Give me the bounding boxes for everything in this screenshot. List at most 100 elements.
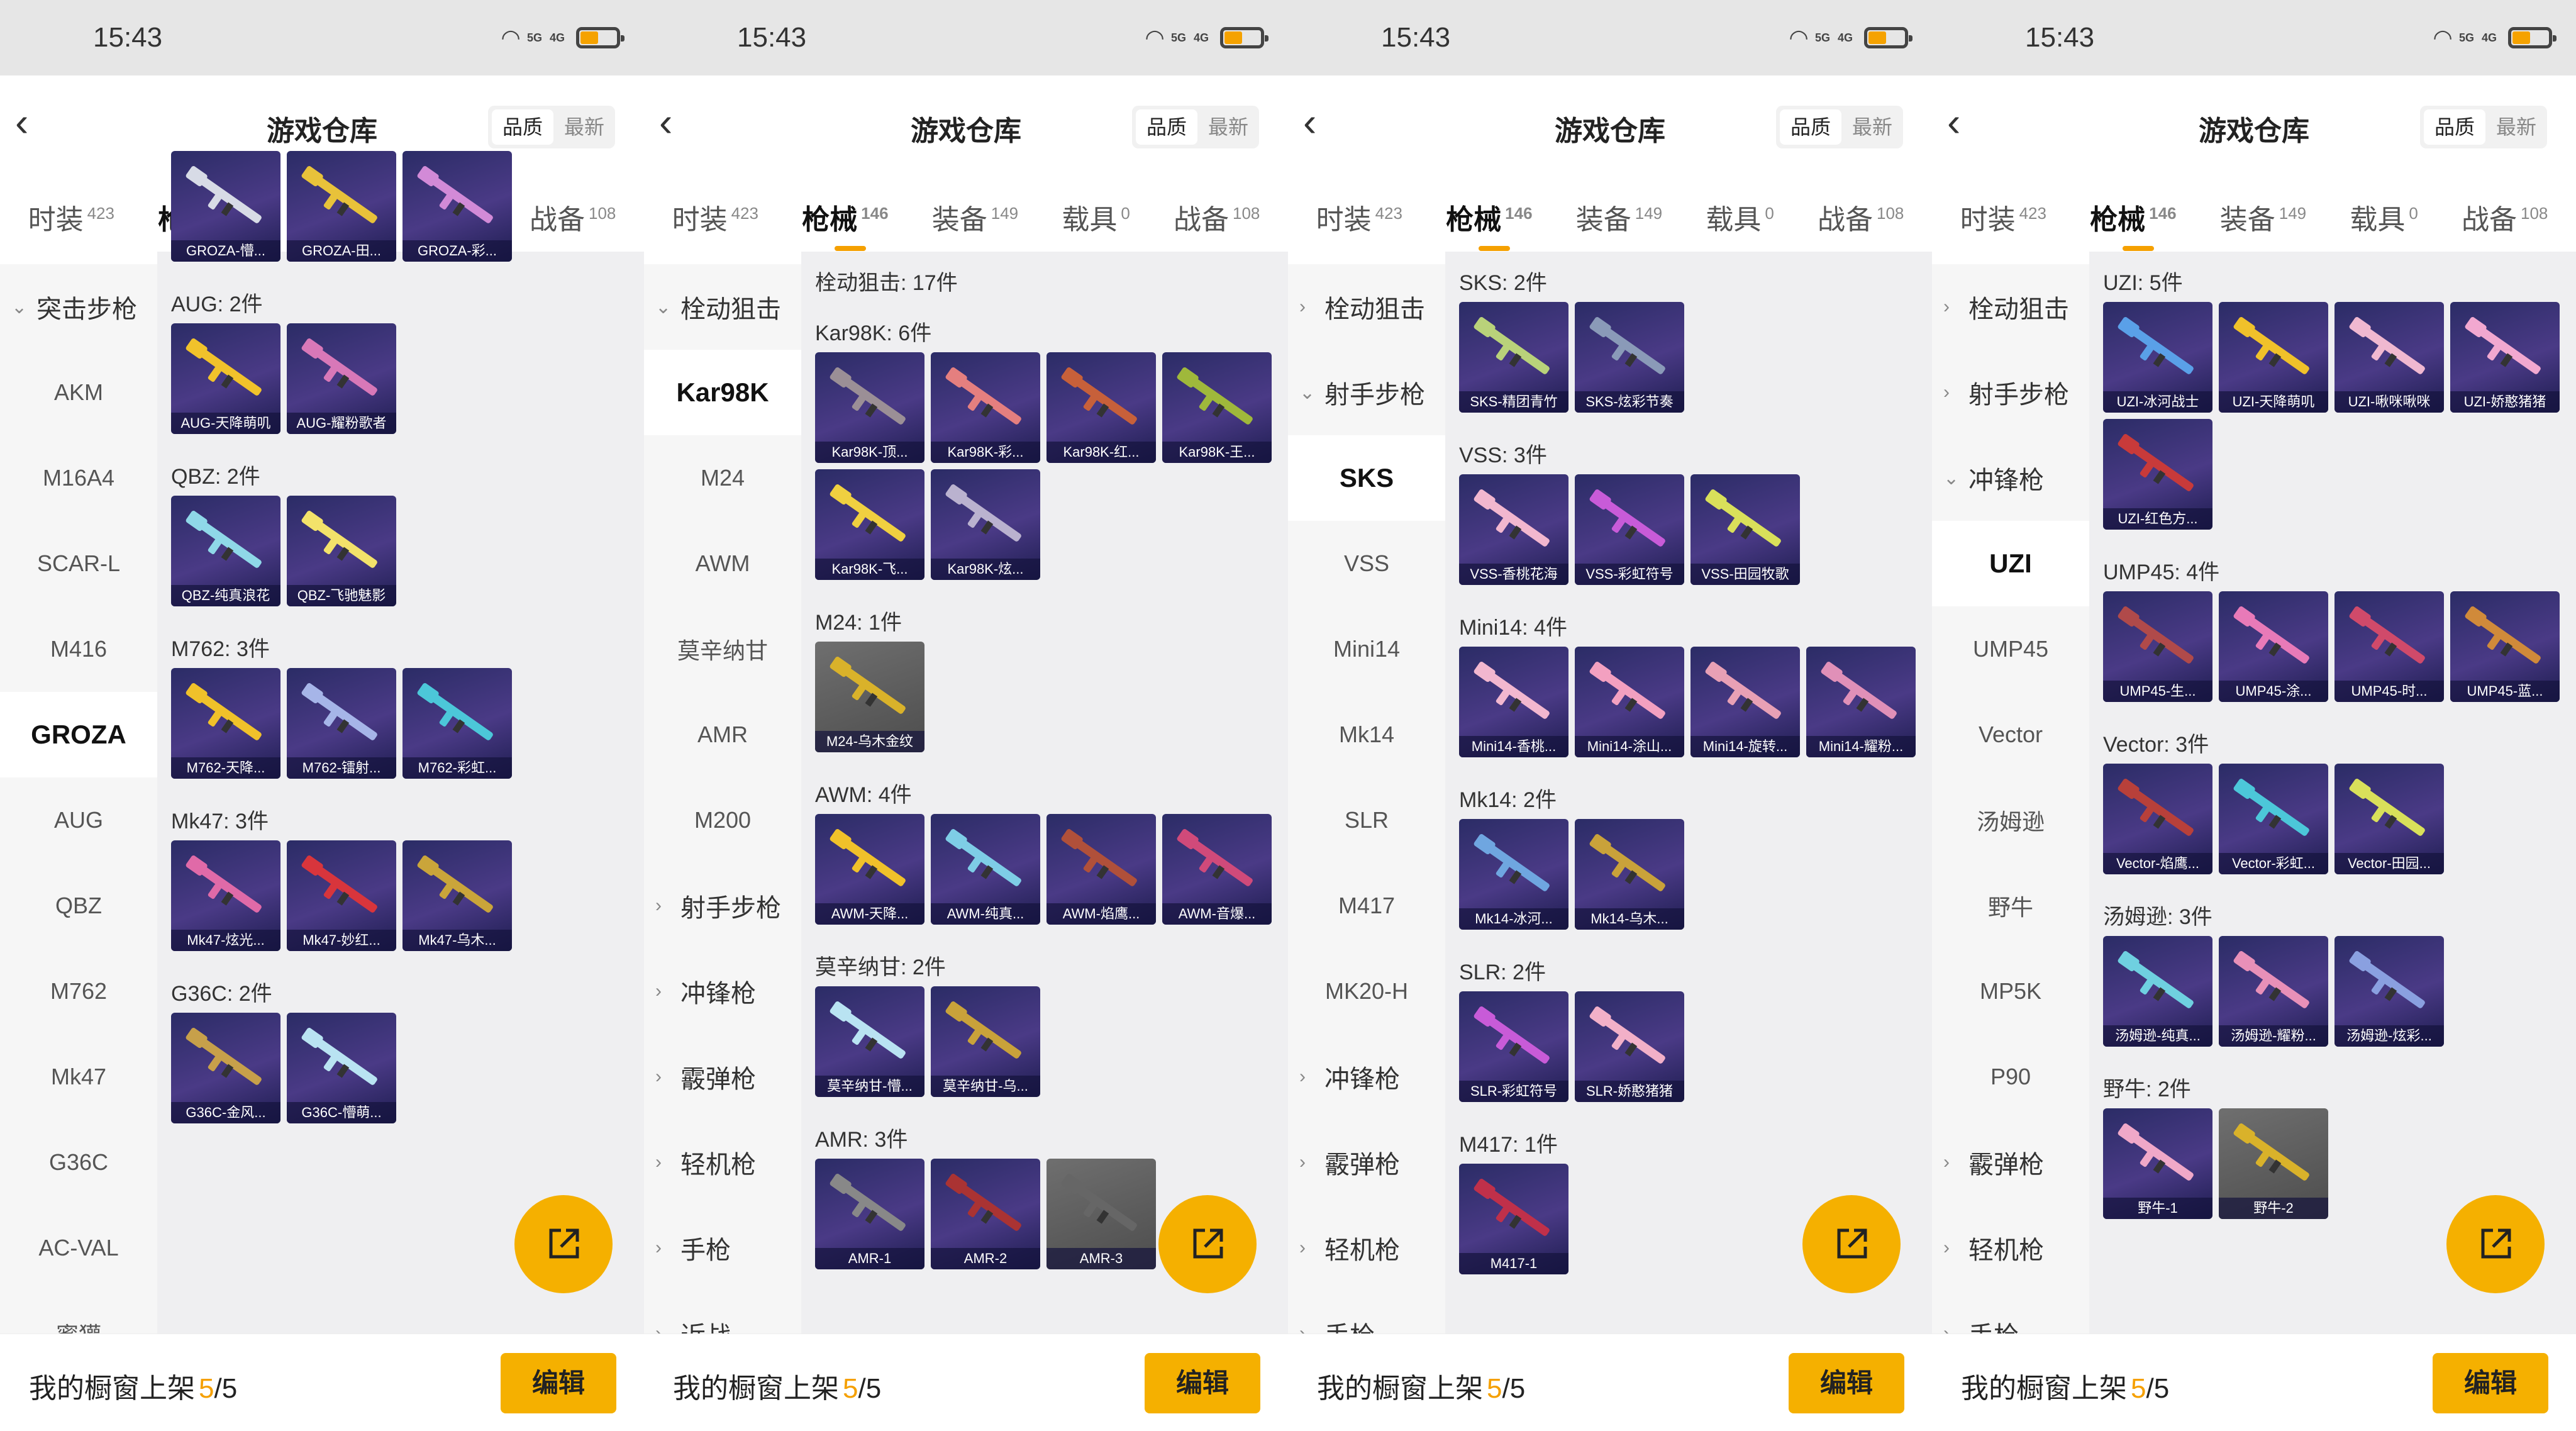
weapon-card[interactable]: UZI-啾咪啾咪 xyxy=(2334,302,2444,413)
sidebar-item[interactable]: › 射手步枪 xyxy=(1932,350,2089,435)
tab-2[interactable]: 枪械146 xyxy=(2090,197,2177,251)
weapon-card[interactable]: Kar98K-彩... xyxy=(931,352,1040,463)
weapon-card[interactable]: VSS-香桃花海 xyxy=(1459,474,1568,585)
sidebar-item[interactable]: › 轻机枪 xyxy=(1288,1205,1445,1291)
tab-5[interactable]: 战备 108 xyxy=(530,197,616,237)
sidebar-item[interactable]: GROZA xyxy=(0,692,157,777)
edit-button[interactable]: 编辑 xyxy=(1145,1353,1260,1413)
weapon-card[interactable]: Mk47-妙红... xyxy=(287,840,396,951)
weapon-card[interactable]: AWM-音爆... xyxy=(1162,814,1272,925)
weapon-card[interactable]: AWM-纯真... xyxy=(931,814,1040,925)
sidebar-item[interactable]: ⌄ 突击步枪 xyxy=(0,264,157,350)
weapon-card[interactable]: G36C-懵萌... xyxy=(287,1013,396,1123)
sidebar-item[interactable]: UZI xyxy=(1932,521,2089,606)
weapon-card[interactable]: M762-彩虹... xyxy=(402,668,512,779)
weapon-card[interactable]: UZI-红色方... xyxy=(2103,419,2212,530)
weapon-card[interactable]: UZI-天降萌叽 xyxy=(2219,302,2328,413)
sidebar-item[interactable]: Kar98K xyxy=(644,350,801,435)
sidebar-item[interactable]: › 冲锋枪 xyxy=(1288,1034,1445,1120)
weapon-card[interactable]: SKS-精团青竹 xyxy=(1459,302,1568,413)
sort-toggle[interactable]: 品质 最新 xyxy=(1132,106,1259,148)
sidebar-item[interactable]: › 射手步枪 xyxy=(644,863,801,949)
tab-1[interactable]: 时装 423 xyxy=(672,197,758,237)
sidebar-item[interactable]: QBZ xyxy=(0,863,157,949)
tab-1[interactable]: 时装 423 xyxy=(28,197,114,237)
tab-3[interactable]: 装备149 xyxy=(932,197,1018,237)
sidebar-item[interactable]: M417 xyxy=(1288,863,1445,949)
sidebar-item[interactable]: Vector xyxy=(1932,692,2089,777)
weapon-card[interactable]: SLR-彩虹符号 xyxy=(1459,991,1568,1102)
weapon-card[interactable]: 汤姆逊-炫彩... xyxy=(2334,936,2444,1047)
weapon-card[interactable]: 莫辛纳甘-懵... xyxy=(815,986,924,1097)
weapon-card[interactable]: Kar98K-炫... xyxy=(931,469,1040,580)
sidebar-item[interactable]: 野牛 xyxy=(1932,863,2089,949)
sort-toggle[interactable]: 品质 最新 xyxy=(488,106,615,148)
sidebar-item[interactable]: Mk14 xyxy=(1288,692,1445,777)
weapon-card[interactable]: SLR-娇憨猪猪 xyxy=(1575,991,1684,1102)
weapon-card[interactable]: UZI-冰河战士 xyxy=(2103,302,2212,413)
sidebar-item[interactable]: ⌄ 射手步枪 xyxy=(1288,350,1445,435)
sort-option-latest[interactable]: 最新 xyxy=(553,109,615,145)
sort-option-quality[interactable]: 品质 xyxy=(1136,109,1197,145)
weapon-card[interactable]: 汤姆逊-耀粉... xyxy=(2219,936,2328,1047)
sidebar-item[interactable]: SKS xyxy=(1288,435,1445,521)
weapon-card[interactable]: Kar98K-红... xyxy=(1046,352,1156,463)
tab-3[interactable]: 装备149 xyxy=(2220,197,2306,237)
weapon-card[interactable]: Kar98K-飞... xyxy=(815,469,924,580)
weapon-card[interactable]: Mk47-炫光... xyxy=(171,840,280,951)
sidebar-item[interactable]: G36C xyxy=(0,1120,157,1205)
weapon-card[interactable]: GROZA-懵... xyxy=(171,151,280,262)
sidebar-item[interactable]: AMR xyxy=(644,692,801,777)
weapon-card[interactable]: Mini14-耀粉... xyxy=(1806,647,1916,757)
sidebar-item[interactable]: › 冲锋枪 xyxy=(644,949,801,1034)
sidebar-item[interactable]: VSS xyxy=(1288,521,1445,606)
weapon-card[interactable]: AWM-天降... xyxy=(815,814,924,925)
weapon-card[interactable]: Mini14-涂山... xyxy=(1575,647,1684,757)
sidebar-item[interactable]: › 轻机枪 xyxy=(1932,1205,2089,1291)
sidebar-item[interactable]: MP5K xyxy=(1932,949,2089,1034)
weapon-card[interactable]: QBZ-纯真浪花 xyxy=(171,496,280,606)
sort-option-latest[interactable]: 最新 xyxy=(1841,109,1903,145)
sort-option-quality[interactable]: 品质 xyxy=(2424,109,2485,145)
sidebar-item[interactable]: M416 xyxy=(0,606,157,692)
tab-5[interactable]: 战备 108 xyxy=(2462,197,2548,237)
weapon-card[interactable]: SKS-炫彩节奏 xyxy=(1575,302,1684,413)
weapon-card[interactable]: M762-天降... xyxy=(171,668,280,779)
sidebar-item[interactable]: M762 xyxy=(0,949,157,1034)
weapon-card[interactable]: 野牛-2 xyxy=(2219,1108,2328,1219)
weapon-card[interactable]: AMR-1 xyxy=(815,1159,924,1269)
sidebar-item[interactable]: › 霰弹枪 xyxy=(1288,1120,1445,1205)
weapon-card[interactable]: Kar98K-王... xyxy=(1162,352,1272,463)
weapon-card[interactable]: Mk14-冰河... xyxy=(1459,819,1568,930)
share-button[interactable] xyxy=(1158,1195,1257,1293)
weapon-card[interactable]: VSS-田园牧歌 xyxy=(1690,474,1800,585)
tab-4[interactable]: 载具0 xyxy=(1062,197,1130,237)
sort-option-latest[interactable]: 最新 xyxy=(1197,109,1259,145)
weapon-card[interactable]: AUG-耀粉歌者 xyxy=(287,323,396,434)
weapon-card[interactable]: AMR-3 xyxy=(1046,1159,1156,1269)
sidebar-item[interactable]: › 轻机枪 xyxy=(644,1120,801,1205)
share-button[interactable] xyxy=(2446,1195,2545,1293)
weapon-card[interactable]: Kar98K-顶... xyxy=(815,352,924,463)
sidebar-item[interactable]: Mini14 xyxy=(1288,606,1445,692)
sidebar-item[interactable]: 汤姆逊 xyxy=(1932,777,2089,863)
sort-option-quality[interactable]: 品质 xyxy=(1780,109,1841,145)
weapon-card[interactable]: 汤姆逊-纯真... xyxy=(2103,936,2212,1047)
weapon-card[interactable]: AUG-天降萌叽 xyxy=(171,323,280,434)
sidebar-item[interactable]: Mk47 xyxy=(0,1034,157,1120)
sidebar-item[interactable]: M24 xyxy=(644,435,801,521)
weapon-card[interactable]: VSS-彩虹符号 xyxy=(1575,474,1684,585)
sidebar-item[interactable]: SLR xyxy=(1288,777,1445,863)
sidebar-item[interactable]: AWM xyxy=(644,521,801,606)
weapon-card[interactable]: M762-镭射... xyxy=(287,668,396,779)
tab-5[interactable]: 战备 108 xyxy=(1818,197,1904,237)
sidebar-item[interactable]: › 霰弹枪 xyxy=(644,1034,801,1120)
sidebar-item[interactable]: SCAR-L xyxy=(0,521,157,606)
weapon-card[interactable]: Mk47-乌木... xyxy=(402,840,512,951)
sidebar-item[interactable]: AUG xyxy=(0,777,157,863)
weapon-card[interactable]: Vector-焰鹰... xyxy=(2103,764,2212,874)
tab-1[interactable]: 时装 423 xyxy=(1316,197,1402,237)
weapon-card[interactable]: M24-乌木金纹 xyxy=(815,642,924,752)
sidebar-item[interactable]: ⌄ 冲锋枪 xyxy=(1932,435,2089,521)
weapon-card[interactable]: QBZ-飞驰魅影 xyxy=(287,496,396,606)
